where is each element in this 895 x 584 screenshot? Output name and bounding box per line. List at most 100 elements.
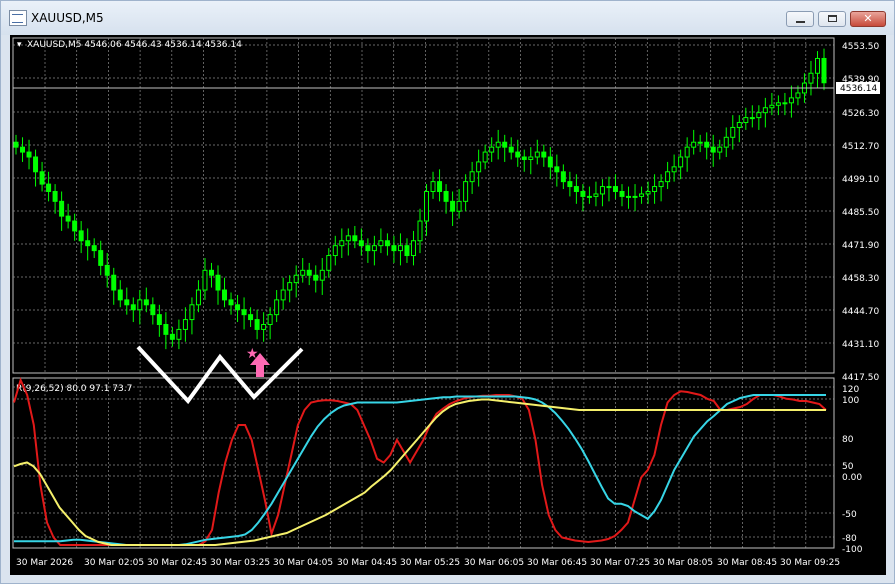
- candle-body: [456, 200, 462, 212]
- candle-body: [567, 181, 573, 188]
- indicator-panel-header: R(9,26,52) 80.0 97.1 73.7: [16, 384, 132, 394]
- time-tick-label: 30 Mar 06:05: [464, 558, 524, 568]
- chart-area[interactable]: ▾ XAUUSD,M5 4546.06 4546.43 4536.14 4536…: [10, 35, 886, 575]
- candle-body: [736, 122, 742, 128]
- price-tick-label: 4417.50: [842, 373, 879, 383]
- candle-body: [599, 186, 605, 195]
- candle-body: [821, 57, 827, 84]
- maximize-icon: [828, 15, 837, 22]
- candle-body: [573, 186, 579, 192]
- chart-svg[interactable]: ▾ XAUUSD,M5 4546.06 4546.43 4536.14 4536…: [10, 35, 886, 575]
- candle-body: [612, 186, 618, 192]
- candle-body: [586, 195, 592, 198]
- candle-body: [274, 299, 280, 316]
- candle-body: [808, 72, 814, 84]
- chart-window-icon: [9, 10, 27, 26]
- candle-body: [580, 190, 586, 197]
- candle-body: [463, 181, 469, 202]
- candle-body: [345, 235, 351, 242]
- maximize-button[interactable]: [818, 11, 846, 27]
- candle-body: [156, 314, 162, 326]
- candle-body: [176, 328, 182, 340]
- candle-body: [482, 151, 488, 163]
- candle-body: [202, 269, 208, 291]
- candle-body: [163, 324, 169, 335]
- candle-body: [293, 274, 299, 284]
- candle-body: [652, 186, 658, 192]
- candle-body: [762, 107, 768, 114]
- minimize-button[interactable]: [786, 11, 814, 27]
- current-price-label: 4536.14: [840, 84, 877, 94]
- window-title: XAUUSD,M5: [31, 11, 104, 25]
- candle-body: [137, 299, 143, 311]
- time-tick-label: 30 Mar 09:25: [780, 558, 840, 568]
- candle-body: [443, 190, 449, 202]
- time-tick-label: 30 Mar 04:05: [273, 558, 333, 568]
- candle-body: [606, 186, 612, 189]
- candle-body: [417, 220, 423, 242]
- candle-body: [658, 181, 664, 188]
- candle-body: [326, 255, 332, 271]
- candle-body: [756, 112, 762, 119]
- candle-body: [208, 269, 214, 276]
- candle-body: [430, 181, 436, 192]
- time-tick-label: 30 Mar 02:45: [147, 558, 207, 568]
- candle-body: [521, 156, 527, 160]
- candle-body: [534, 151, 540, 158]
- candle-body: [254, 319, 260, 330]
- close-icon: ✕: [863, 12, 873, 25]
- dropdown-arrow-icon[interactable]: ▾: [17, 40, 22, 50]
- candle-body: [814, 57, 820, 74]
- price-tick-label: 4553.50: [842, 42, 879, 52]
- candle-body: [508, 146, 514, 153]
- candle-body: [267, 314, 273, 326]
- price-tick-label: 4444.70: [842, 307, 879, 317]
- candle-body: [469, 171, 475, 183]
- candle-body: [632, 195, 638, 198]
- candle-body: [645, 190, 651, 195]
- title-bar[interactable]: XAUUSD,M5 ✕: [1, 1, 894, 35]
- time-tick-label: 30 Mar 02:05: [84, 558, 144, 568]
- candle-body: [547, 156, 553, 168]
- time-tick-label: 30 Mar 06:45: [527, 558, 587, 568]
- candle-body: [339, 240, 345, 247]
- candle-body: [332, 245, 338, 257]
- candle-body: [111, 274, 117, 291]
- chart-window: XAUUSD,M5 ✕ ▾ XAUUSD,M5 4546.06 4546.43 …: [0, 0, 895, 584]
- price-tick-label: 4526.30: [842, 109, 879, 119]
- candle-body: [124, 299, 130, 306]
- candle-body: [684, 146, 690, 158]
- candle-body: [626, 195, 632, 198]
- price-panel-header: XAUUSD,M5 4546.06 4546.43 4536.14 4536.1…: [27, 40, 242, 50]
- indicator-tick-label: 0.00: [842, 473, 862, 483]
- candle-body: [371, 245, 377, 252]
- candle-body: [541, 151, 547, 158]
- candle-body: [437, 181, 443, 192]
- indicator-tick-label: -50: [842, 510, 857, 520]
- candle-body: [678, 156, 684, 168]
- candle-body: [391, 245, 397, 252]
- indicator-tick-label: 50: [842, 462, 854, 472]
- candle-body: [424, 190, 430, 222]
- candle-body: [365, 245, 371, 252]
- candle-body: [313, 274, 319, 281]
- candle-body: [117, 289, 123, 301]
- candle-body: [189, 304, 195, 321]
- price-tick-label: 4431.10: [842, 340, 879, 350]
- candle-body: [150, 304, 156, 316]
- candle-body: [704, 141, 710, 148]
- close-button[interactable]: ✕: [850, 11, 886, 27]
- candle-body: [85, 240, 91, 247]
- candle-body: [495, 141, 501, 148]
- candle-body: [710, 146, 716, 153]
- candle-body: [397, 245, 403, 252]
- candle-body: [769, 104, 775, 109]
- candle-body: [59, 200, 65, 217]
- candle-body: [235, 304, 241, 311]
- time-tick-label: 30 Mar 2026: [16, 558, 73, 568]
- candle-body: [775, 102, 781, 106]
- candle-body: [306, 269, 312, 276]
- candle-body: [319, 269, 325, 281]
- price-tick-label: 4471.90: [842, 241, 879, 251]
- candle-body: [404, 245, 410, 257]
